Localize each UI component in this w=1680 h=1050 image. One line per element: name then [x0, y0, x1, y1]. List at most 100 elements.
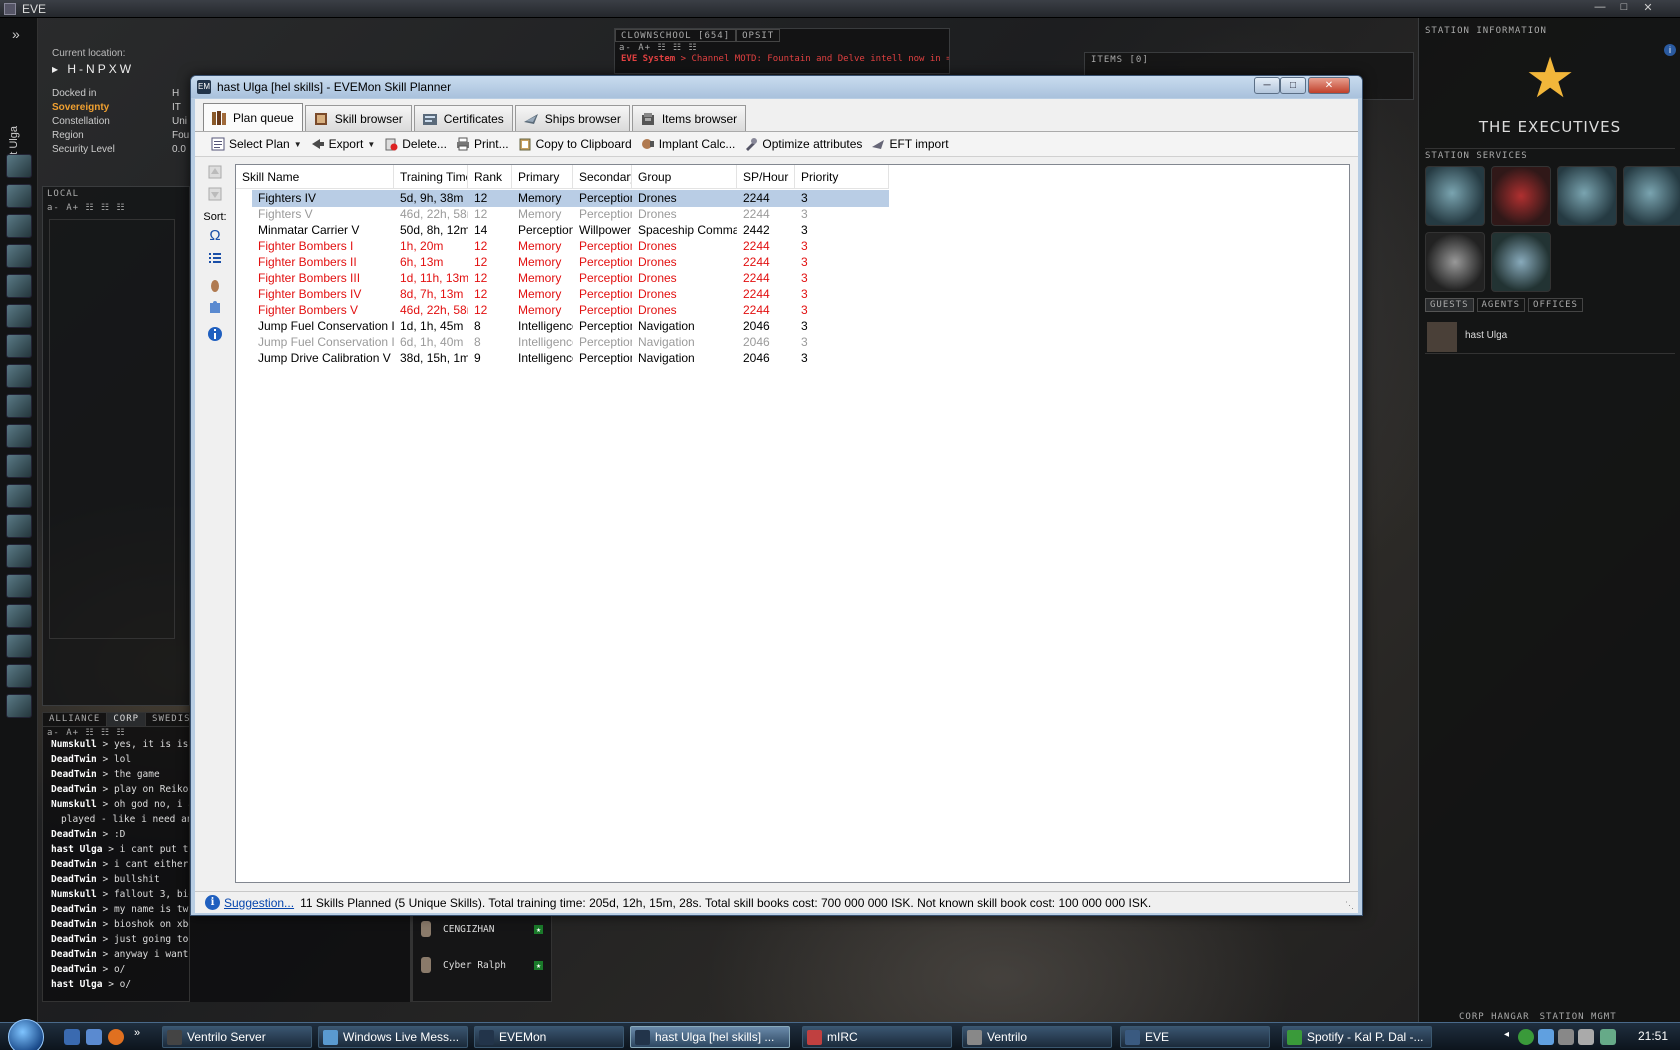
table-row[interactable]: Fighter Bombers III 1d, 11h, 13m 12 Memory P… [236, 270, 889, 287]
service-market-icon[interactable] [1557, 166, 1617, 226]
table-row[interactable]: Fighter Bombers I 1h, 20m 12 Memory Percepti… [236, 238, 889, 255]
chat-sender[interactable]: DeadTwin [51, 949, 97, 960]
table-row[interactable]: Fighter Bombers V 46d, 22h, 58m 12 Memory Pe… [236, 302, 889, 319]
neocom-contracts-icon[interactable] [6, 604, 32, 628]
minimize-button[interactable]: ─ [1254, 77, 1280, 94]
tray-network-icon[interactable] [1558, 1029, 1574, 1045]
neocom-character-icon[interactable] [6, 154, 32, 178]
tray-battery-icon[interactable] [1600, 1029, 1616, 1045]
chat-sender[interactable]: DeadTwin [51, 769, 97, 780]
maximize-icon[interactable]: □ [1614, 1, 1634, 16]
taskbar-button[interactable]: Ventrilo [962, 1026, 1112, 1048]
neocom-settings-icon[interactable] [6, 664, 32, 688]
chat-sender[interactable]: DeadTwin [51, 934, 97, 945]
neocom-journal-icon[interactable] [6, 544, 32, 568]
table-row[interactable]: Fighter Bombers II 6h, 13m 12 Memory Percept… [236, 254, 889, 271]
service-repair-icon[interactable] [1425, 166, 1485, 226]
implant-side-icon[interactable] [206, 277, 224, 295]
chat-sender[interactable]: DeadTwin [51, 754, 97, 765]
taskbar-button[interactable]: EVE [1120, 1026, 1270, 1048]
table-row[interactable]: Fighter Bombers IV 8d, 7h, 13m 12 Memory Per… [236, 286, 889, 303]
chat-sender[interactable]: hast Ulga [51, 979, 102, 990]
location-system[interactable]: ▸ H-NPXW [52, 62, 134, 76]
neocom-mail-icon[interactable] [6, 214, 32, 238]
copy-to-clipboard-button[interactable]: Copy to Clipboard [518, 137, 632, 151]
taskbar-button[interactable]: Windows Live Mess... [318, 1026, 468, 1048]
column-header-group[interactable]: Group [632, 165, 737, 189]
neocom-ship-icon[interactable] [6, 274, 32, 298]
neocom-market-icon[interactable] [6, 394, 32, 418]
neocom-expand-icon[interactable]: » [12, 26, 20, 42]
taskbar-button[interactable]: EVEMon [474, 1026, 624, 1048]
table-row[interactable]: Jump Fuel Conservation IV 6d, 1h, 40m 8 Int… [236, 334, 889, 351]
firefox-icon[interactable] [108, 1029, 124, 1045]
move-down-icon[interactable] [206, 185, 224, 203]
implant-calc-button[interactable]: Implant Calc... [641, 137, 735, 151]
eft-import-button[interactable]: EFT import [871, 137, 949, 151]
neocom-planets-icon[interactable] [6, 514, 32, 538]
tray-messenger-icon[interactable] [1538, 1029, 1554, 1045]
local-font-size-controls[interactable]: a- A+ ☷ ☷ ☷ [47, 203, 126, 213]
close-icon[interactable]: ✕ [1638, 1, 1658, 16]
export-button[interactable]: Export ▼ [311, 137, 375, 151]
neocom-fitting-icon[interactable] [6, 304, 32, 328]
chat-sender[interactable]: DeadTwin [51, 904, 97, 915]
neocom-help-icon[interactable] [6, 634, 32, 658]
chat-sender[interactable]: DeadTwin [51, 829, 97, 840]
tray-expand-icon[interactable]: ◂ [1504, 1029, 1509, 1040]
neocom-assets-icon[interactable] [6, 424, 32, 448]
puzzle-icon[interactable] [206, 299, 224, 317]
chat-sender[interactable]: DeadTwin [51, 964, 97, 975]
service-medical-icon[interactable] [1491, 232, 1551, 292]
service-clone-bay-icon[interactable] [1491, 166, 1551, 226]
chat-tab-alliance[interactable]: ALLIANCE [43, 713, 108, 726]
print-button[interactable]: Print... [456, 137, 509, 151]
evemon-titlebar[interactable]: EM hast Ulga [hel skills] - EVEMon Skill… [191, 76, 1362, 98]
table-row[interactable]: Minmatar Carrier V 50d, 8h, 12m 14 Percepti… [236, 222, 889, 239]
station-tab-offices[interactable]: OFFICES [1528, 298, 1583, 312]
move-up-icon[interactable] [206, 163, 224, 181]
station-tab-station-mgmt[interactable]: STATION MGMT [1540, 1012, 1617, 1022]
taskbar-button[interactable]: hast Ulga [hel skills] ... [630, 1026, 790, 1048]
neocom-corporation-icon[interactable] [6, 484, 32, 508]
optimize-attributes-button[interactable]: Optimize attributes [744, 137, 862, 151]
tab-items-browser[interactable]: Items browser [631, 105, 747, 131]
guest-list-item[interactable]: hast Ulga [1425, 320, 1675, 354]
opsit-tab-opsit[interactable]: OPSIT [736, 29, 781, 42]
chat-sender[interactable]: Numskull [51, 889, 97, 900]
table-row[interactable]: Fighters IV 5d, 9h, 38m 12 Memory Perception… [236, 190, 889, 207]
maximize-button[interactable]: □ [1280, 77, 1306, 94]
start-button[interactable] [8, 1019, 44, 1050]
info-icon[interactable] [206, 325, 224, 343]
column-header-rank[interactable]: Rank [468, 165, 512, 189]
column-header-sp-hour[interactable]: SP/Hour [737, 165, 795, 189]
table-row[interactable]: Fighters V 46d, 22h, 58m 12 Memory Perceptio… [236, 206, 889, 223]
station-tab-agents[interactable]: AGENTS [1476, 298, 1526, 312]
neocom-undock-icon[interactable] [6, 694, 32, 718]
service-fitting-icon[interactable] [1623, 166, 1680, 226]
neocom-people-icon[interactable] [6, 364, 32, 388]
quicklaunch-overflow-icon[interactable]: » [134, 1027, 140, 1039]
chat-sender[interactable]: Numskull [51, 799, 97, 810]
column-header-skill-name[interactable]: Skill Name [236, 165, 394, 189]
neocom-skills-icon[interactable] [6, 184, 32, 208]
opsit-tab-clownschool[interactable]: CLOWNSCHOOL [654] [615, 29, 737, 42]
tab-ships-browser[interactable]: Ships browser [514, 105, 630, 131]
select-plan-button[interactable]: Select Plan ▼ [211, 137, 302, 151]
column-header-training-time[interactable]: Training Time [394, 165, 468, 189]
taskbar-button[interactable]: Spotify - Kal P. Dal -... [1282, 1026, 1432, 1048]
tab-skill-browser[interactable]: Skill browser [304, 105, 412, 131]
station-tab-guests[interactable]: GUESTS [1425, 298, 1474, 312]
suggestion-link[interactable]: Suggestion... [224, 896, 294, 910]
neocom-notepad-icon[interactable] [6, 334, 32, 358]
tab-plan-queue[interactable]: Plan queue [203, 103, 303, 131]
taskbar-button[interactable]: Ventrilo Server [162, 1026, 312, 1048]
resize-grip-icon[interactable]: ⋱ [1345, 900, 1354, 911]
service-insurance-icon[interactable] [1425, 232, 1485, 292]
delete-button[interactable]: Delete... [384, 137, 447, 151]
neocom-science-icon[interactable] [6, 454, 32, 478]
column-header-secondary[interactable]: Secondary [573, 165, 632, 189]
table-row[interactable]: Jump Fuel Conservation III 1d, 1h, 45m 8 In… [236, 318, 889, 335]
switch-windows-icon[interactable] [86, 1029, 102, 1045]
opsit-font-size-controls[interactable]: a- A+ ☷ ☷ ☷ [615, 42, 949, 54]
